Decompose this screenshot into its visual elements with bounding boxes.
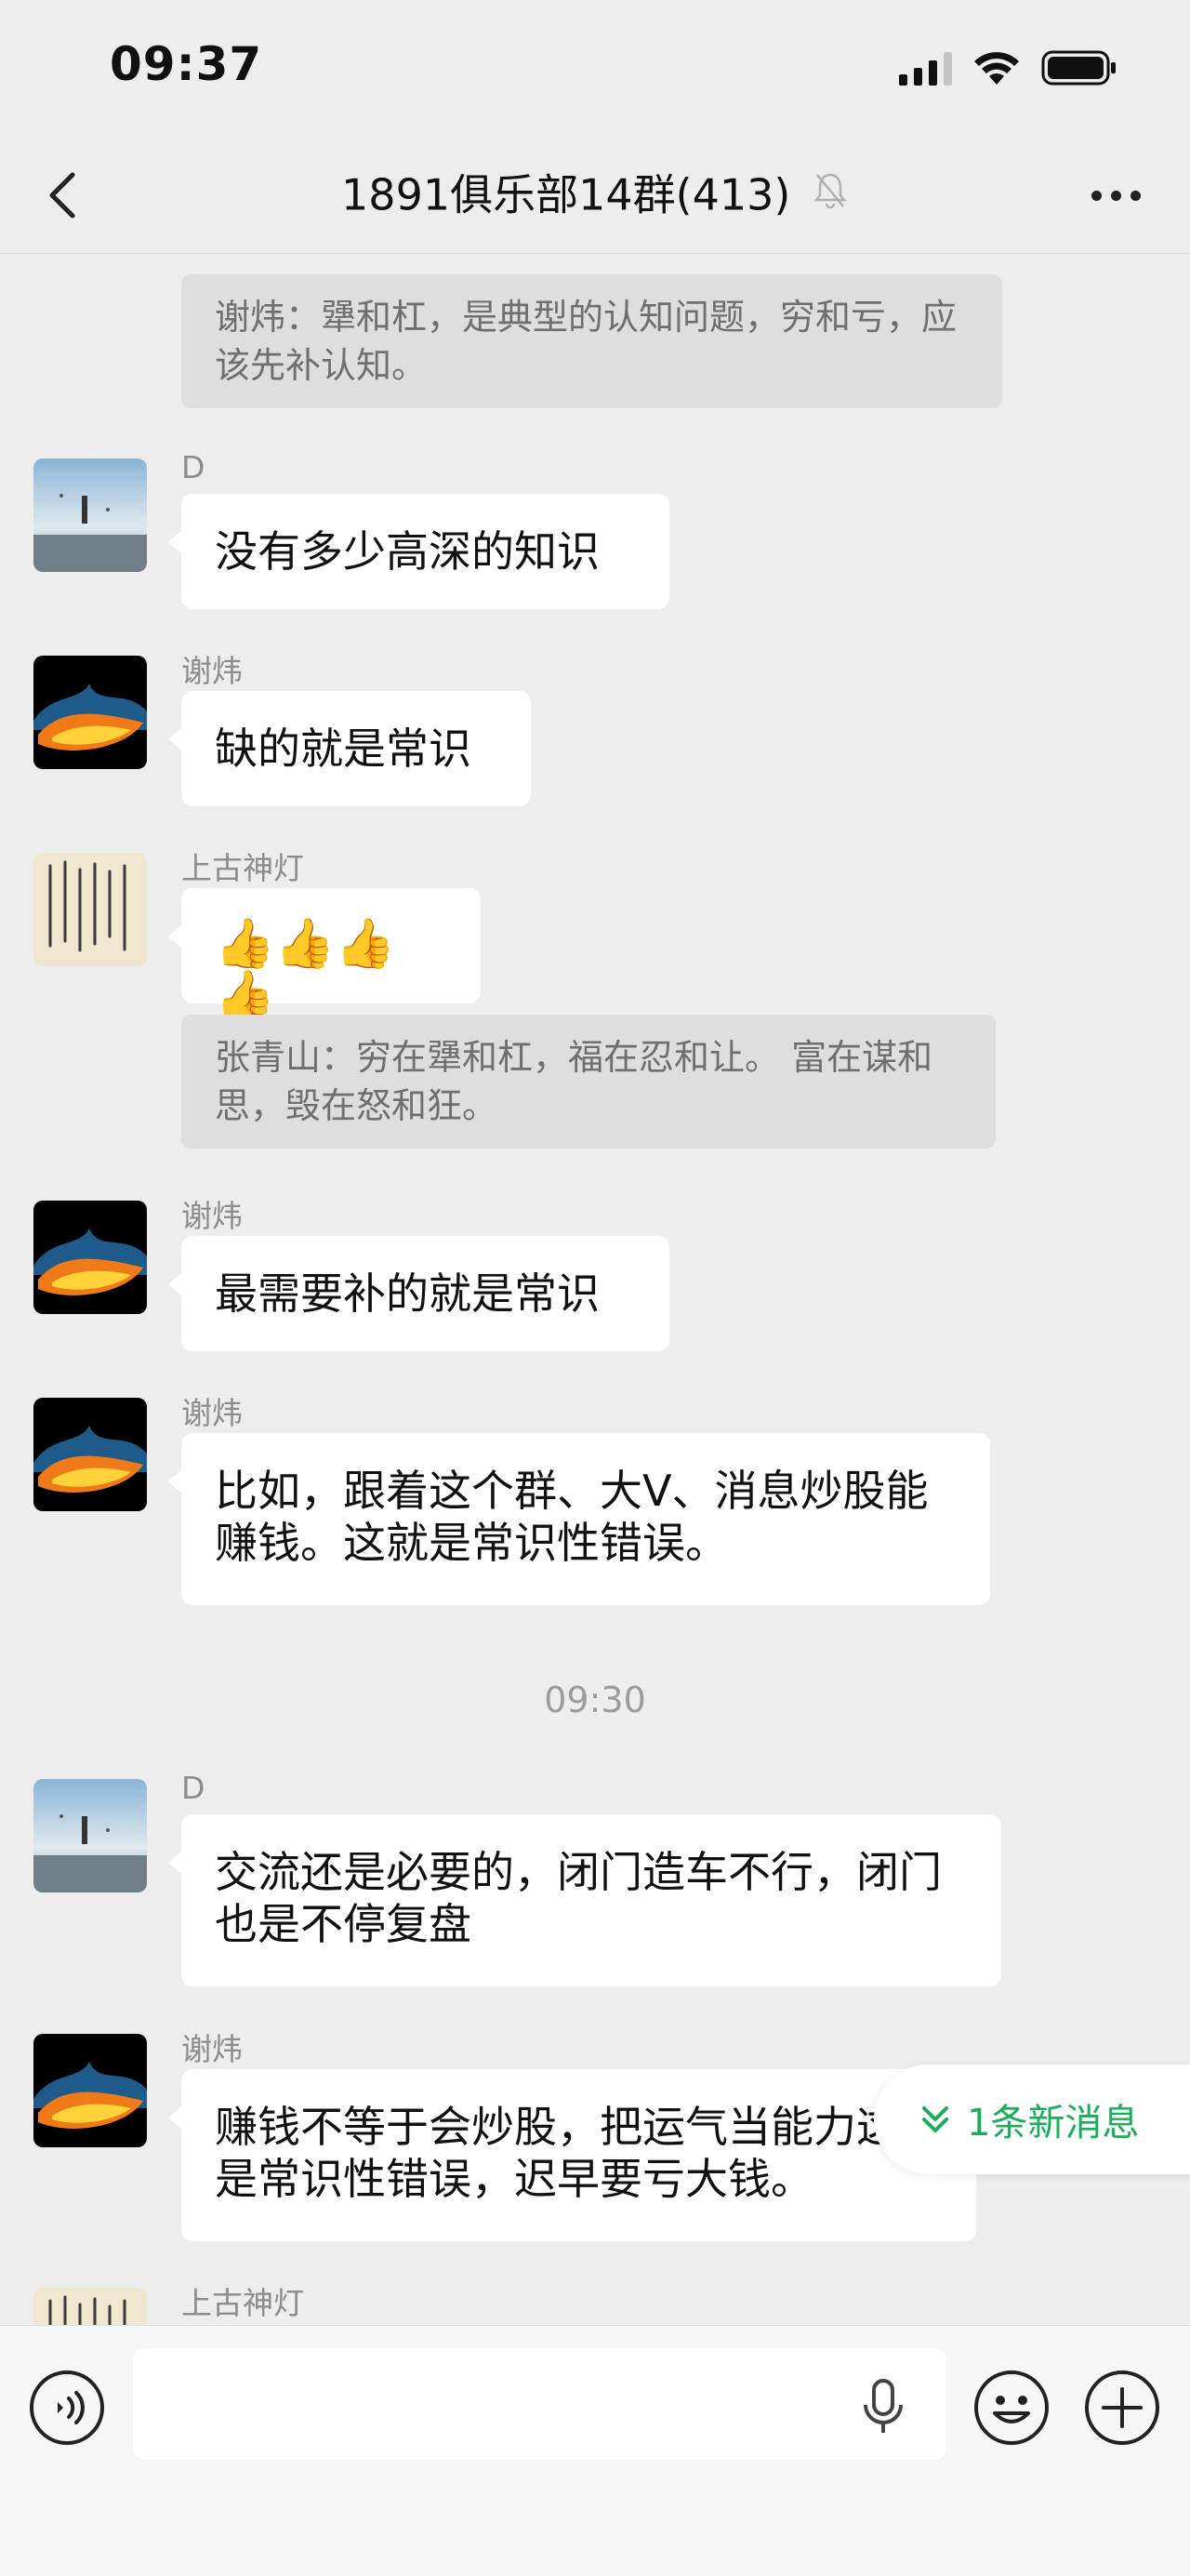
message-bubble[interactable]: 赚钱不等于会炒股，把运气当能力这也是常识性错误，迟早要亏大钱。 <box>168 2069 976 2241</box>
fire-water-avatar-image <box>33 1398 147 1511</box>
avatar[interactable] <box>33 2288 147 2325</box>
avatar[interactable] <box>33 1398 147 1511</box>
more-functions-button[interactable] <box>1083 2369 1161 2447</box>
status-icons <box>899 45 1117 91</box>
seascape-avatar-image <box>33 458 147 572</box>
seascape-avatar-image <box>33 1779 147 1892</box>
plus-circle-icon <box>1085 2370 1159 2445</box>
message-input[interactable] <box>133 2348 946 2460</box>
new-message-indicator[interactable]: 1条新消息 <box>874 2065 1190 2174</box>
avatar[interactable] <box>33 853 147 966</box>
sender-name: 谢炜 <box>181 653 243 689</box>
voice-wave-icon <box>30 2370 104 2445</box>
microphone-icon[interactable] <box>860 2377 906 2437</box>
avatar[interactable] <box>33 1201 147 1314</box>
chat-header: 1891俱乐部14群(413) <box>0 139 1190 254</box>
wifi-icon <box>972 49 1021 86</box>
new-message-label: 1条新消息 <box>967 2102 1140 2144</box>
calligraphy-avatar-image <box>33 2288 147 2325</box>
fire-water-avatar-image <box>33 656 147 769</box>
chat-title: 1891俱乐部14群(413) <box>0 164 1190 223</box>
message-bubble[interactable]: 没有多少高深的知识 <box>168 494 669 609</box>
sender-name: 上古神灯 <box>181 2285 304 2321</box>
emoji-button[interactable] <box>972 2369 1051 2447</box>
sender-name: D <box>181 449 205 485</box>
message-bubble[interactable]: 缺的就是常识 <box>168 691 531 806</box>
dot <box>1130 190 1141 201</box>
message-bubble[interactable]: 交流还是必要的，闭门造车不行，闭门也是不停复盘 <box>168 1814 1001 1986</box>
chat-message-list[interactable]: 谢炜：犟和杠，是典型的认知问题，穷和亏，应该先补认知。 D 没有多少高深的知识 … <box>0 254 1190 2325</box>
group-name: 1891俱乐部14群(413) <box>341 169 791 220</box>
sender-name: D <box>181 1770 205 1806</box>
sender-name: 上古神灯 <box>181 850 304 886</box>
status-time: 09:37 <box>110 37 263 91</box>
dot <box>1110 190 1121 201</box>
quoted-reply[interactable]: 谢炜：犟和杠，是典型的认知问题，穷和亏，应该先补认知。 <box>181 274 1002 408</box>
avatar[interactable] <box>33 1779 147 1892</box>
calligraphy-avatar-image <box>33 853 147 966</box>
dot <box>1091 190 1102 201</box>
sender-name: 谢炜 <box>181 1198 243 1234</box>
timestamp: 09:30 <box>544 1680 646 1720</box>
battery-icon <box>1041 49 1117 86</box>
status-bar: 09:37 <box>0 0 1190 139</box>
mute-bell-icon <box>812 167 849 223</box>
message-bubble[interactable]: 最需要补的就是常识 <box>168 1236 669 1351</box>
sender-name: 谢炜 <box>181 1395 243 1431</box>
input-bar <box>0 2325 1190 2576</box>
quoted-reply[interactable]: 张青山：穷在犟和杠，福在忍和让。 富在谋和思，毁在怒和狂。 <box>181 1015 996 1149</box>
more-options-button[interactable] <box>1078 167 1153 223</box>
avatar[interactable] <box>33 2034 147 2147</box>
sender-name: 谢炜 <box>181 2031 243 2067</box>
message-bubble[interactable]: 👍👍👍👍 <box>168 888 481 1022</box>
voice-input-button[interactable] <box>28 2369 106 2447</box>
avatar[interactable] <box>33 458 147 572</box>
cellular-signal-icon <box>899 50 952 86</box>
fire-water-avatar-image <box>33 2034 147 2147</box>
fire-water-avatar-image <box>33 1201 147 1314</box>
message-bubble[interactable]: 比如，跟着这个群、大V、消息炒股能赚钱。这就是常识性错误。 <box>168 1433 990 1605</box>
avatar[interactable] <box>33 656 147 769</box>
smiley-icon <box>974 2370 1049 2445</box>
double-chevron-down-icon <box>922 2106 948 2132</box>
